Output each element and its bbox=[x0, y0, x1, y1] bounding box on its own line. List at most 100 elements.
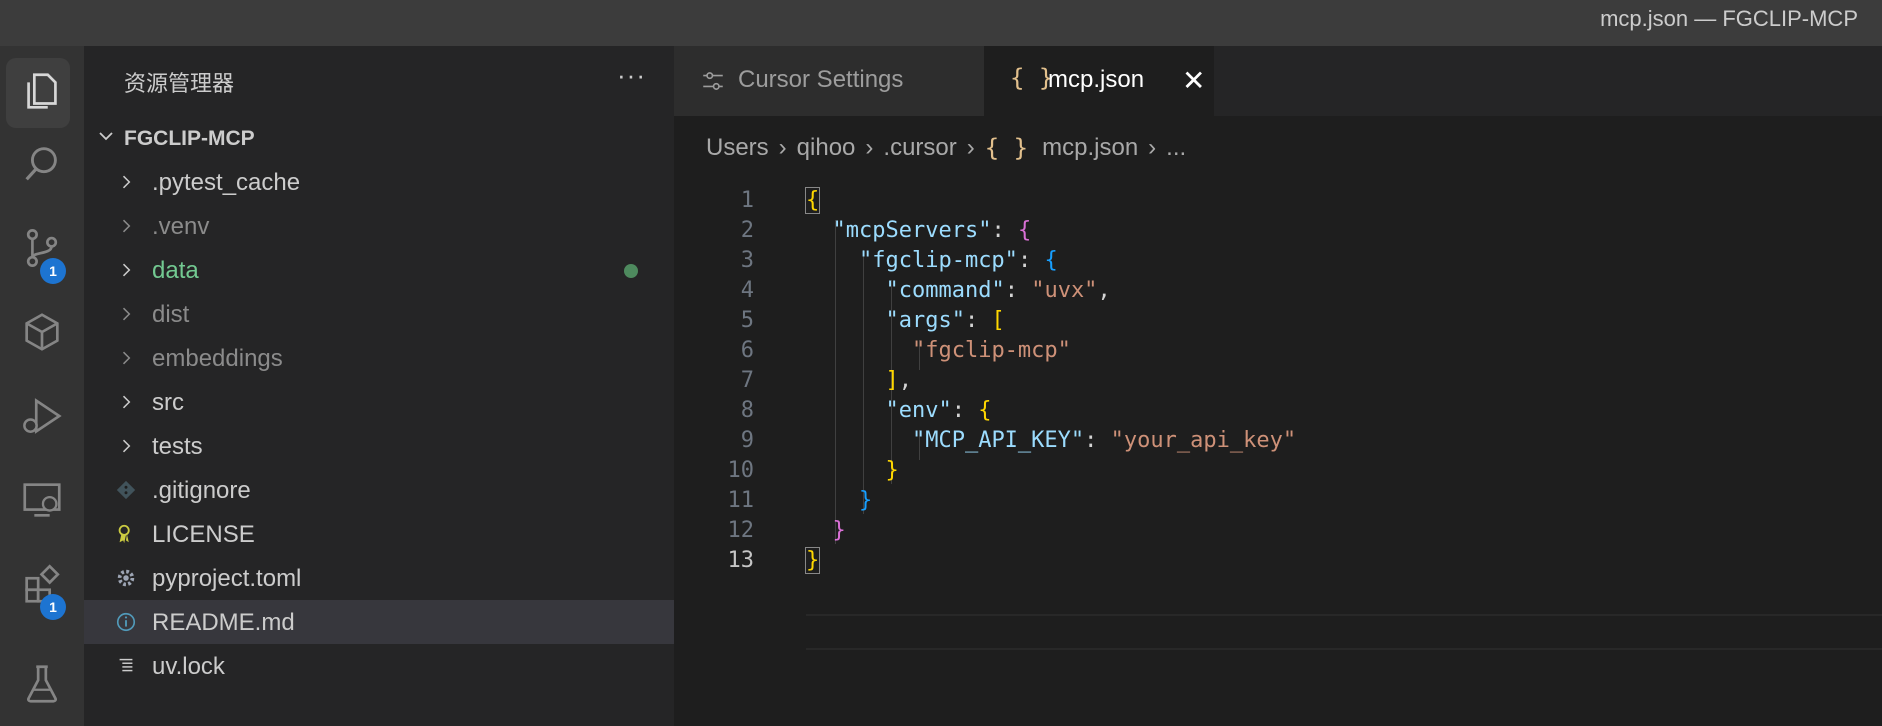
code-line: "args": [ bbox=[885, 308, 1005, 333]
tree-item-label: uv.lock bbox=[152, 653, 225, 680]
chevron-right-icon bbox=[114, 346, 138, 370]
line-number: 11 bbox=[727, 488, 755, 513]
chevron-right-icon bbox=[114, 302, 138, 326]
tree-item-label: data bbox=[152, 257, 199, 284]
close-icon[interactable]: ✕ bbox=[1182, 64, 1205, 97]
tab-label: mcp.json bbox=[1048, 66, 1145, 93]
tree-item-dist[interactable]: dist bbox=[84, 292, 674, 336]
chevron-right-icon: › bbox=[865, 134, 874, 161]
tree-item-gitignore[interactable]: .gitignore bbox=[84, 468, 674, 512]
testing-icon bbox=[27, 665, 57, 703]
tree-item-src[interactable]: src bbox=[84, 380, 674, 424]
breadcrumb-item[interactable]: qihoo bbox=[797, 134, 856, 162]
search-icon bbox=[25, 147, 57, 181]
explorer-icon bbox=[27, 73, 57, 109]
breadcrumb-item[interactable]: .cursor bbox=[883, 134, 956, 162]
line-number: 7 bbox=[740, 368, 754, 393]
code-line: } bbox=[832, 518, 846, 543]
tree-item-label: embeddings bbox=[152, 345, 283, 372]
more-actions-button[interactable]: ··· bbox=[617, 60, 646, 91]
code-line: "fgclip-mcp": { bbox=[858, 248, 1058, 273]
line-number: 12 bbox=[727, 518, 755, 543]
tree-item-embeddings[interactable]: embeddings bbox=[84, 336, 674, 380]
json-icon: { } bbox=[1010, 64, 1054, 92]
text-file-icon bbox=[114, 654, 138, 678]
line-number: 9 bbox=[740, 428, 754, 453]
run-debug-icon bbox=[23, 398, 62, 434]
breadcrumb-item[interactable]: ... bbox=[1166, 134, 1186, 162]
line-number: 3 bbox=[740, 248, 754, 273]
explorer-sidebar: 资源管理器 ··· FGCLIP-MCP .pytest_cache .venv… bbox=[84, 46, 674, 726]
breadcrumb-item[interactable]: Users bbox=[706, 134, 769, 162]
tree-item-venv[interactable]: .venv bbox=[84, 204, 674, 248]
code-line: } bbox=[885, 458, 899, 483]
line-number: 6 bbox=[740, 338, 754, 363]
chevron-right-icon bbox=[114, 434, 138, 458]
tree-item-readme[interactable]: README.md bbox=[84, 600, 674, 644]
git-icon bbox=[114, 478, 138, 502]
tab-label: Cursor Settings bbox=[738, 66, 904, 93]
project-name: FGCLIP-MCP bbox=[124, 127, 255, 150]
tree-item-uv-lock[interactable]: uv.lock bbox=[84, 644, 674, 688]
chevron-right-icon: › bbox=[966, 134, 975, 161]
license-icon bbox=[114, 522, 138, 546]
activity-source-control[interactable]: 1 bbox=[0, 206, 84, 290]
code-line: } bbox=[858, 488, 873, 513]
tab-bar: Cursor Settings { } mcp.json ✕ bbox=[674, 46, 1882, 116]
extensions-badge: 1 bbox=[40, 594, 66, 620]
chevron-right-icon bbox=[114, 390, 138, 414]
code-line: "command": "uvx", bbox=[885, 278, 1111, 303]
chevron-right-icon: › bbox=[778, 134, 787, 161]
activity-run-debug[interactable] bbox=[0, 374, 84, 458]
line-number: 2 bbox=[740, 218, 754, 243]
code-line: "mcpServers": { bbox=[832, 218, 1032, 243]
line-number: 10 bbox=[727, 458, 755, 483]
tree-item-pyproject[interactable]: pyproject.toml bbox=[84, 556, 674, 600]
activity-cube[interactable] bbox=[0, 290, 84, 374]
chevron-down-icon bbox=[99, 132, 113, 141]
tree-item-data[interactable]: data bbox=[84, 248, 674, 292]
code-line: } bbox=[804, 547, 821, 574]
tree-item-label: LICENSE bbox=[152, 521, 255, 548]
activity-bar: 1 1 bbox=[0, 46, 84, 726]
git-modified-dot bbox=[624, 264, 638, 278]
tree-item-label: README.md bbox=[152, 609, 295, 636]
chevron-right-icon: › bbox=[1148, 134, 1157, 161]
tree-item-label: pyproject.toml bbox=[152, 565, 302, 592]
tree-item-label: tests bbox=[152, 433, 203, 460]
explorer-title: 资源管理器 bbox=[124, 71, 235, 96]
chevron-right-icon bbox=[114, 170, 138, 194]
current-line-highlight bbox=[806, 614, 1882, 650]
code-line: "MCP_API_KEY": "your_api_key" bbox=[911, 428, 1297, 453]
tree-item-pytest-cache[interactable]: .pytest_cache bbox=[84, 160, 674, 204]
line-number: 4 bbox=[740, 278, 754, 303]
line-number: 5 bbox=[740, 308, 754, 333]
tree-item-license[interactable]: LICENSE bbox=[84, 512, 674, 556]
project-folder-header[interactable]: FGCLIP-MCP bbox=[84, 118, 674, 158]
activity-remote-explorer[interactable] bbox=[0, 458, 84, 542]
tab-cursor-settings[interactable]: Cursor Settings bbox=[674, 46, 984, 116]
breadcrumb-item[interactable]: mcp.json bbox=[1042, 134, 1138, 162]
tree-item-label: .venv bbox=[152, 213, 210, 240]
activity-extensions[interactable]: 1 bbox=[0, 542, 84, 626]
activity-search[interactable] bbox=[0, 122, 84, 206]
code-line: { bbox=[804, 187, 821, 214]
code-line: "env": { bbox=[885, 398, 992, 423]
code-line: "fgclip-mcp" bbox=[911, 338, 1071, 363]
line-number: 1 bbox=[740, 188, 754, 213]
title-bar: mcp.json — FGCLIP-MCP bbox=[0, 0, 1882, 46]
editor-area: Cursor Settings { } mcp.json ✕ Users › q… bbox=[674, 46, 1882, 726]
cube-icon bbox=[25, 313, 59, 351]
tab-mcp-json[interactable]: { } mcp.json ✕ bbox=[984, 46, 1214, 116]
tree-item-label: .gitignore bbox=[152, 477, 251, 504]
settings-sliders-icon bbox=[703, 72, 723, 90]
gear-icon bbox=[114, 566, 138, 590]
tree-item-label: dist bbox=[152, 301, 190, 328]
tree-item-label: src bbox=[152, 389, 184, 416]
activity-testing[interactable] bbox=[0, 642, 84, 726]
info-icon bbox=[114, 610, 138, 634]
json-icon: { } bbox=[984, 134, 1029, 162]
tree-item-tests[interactable]: tests bbox=[84, 424, 674, 468]
line-number: 8 bbox=[740, 398, 754, 423]
chevron-right-icon bbox=[114, 214, 138, 238]
